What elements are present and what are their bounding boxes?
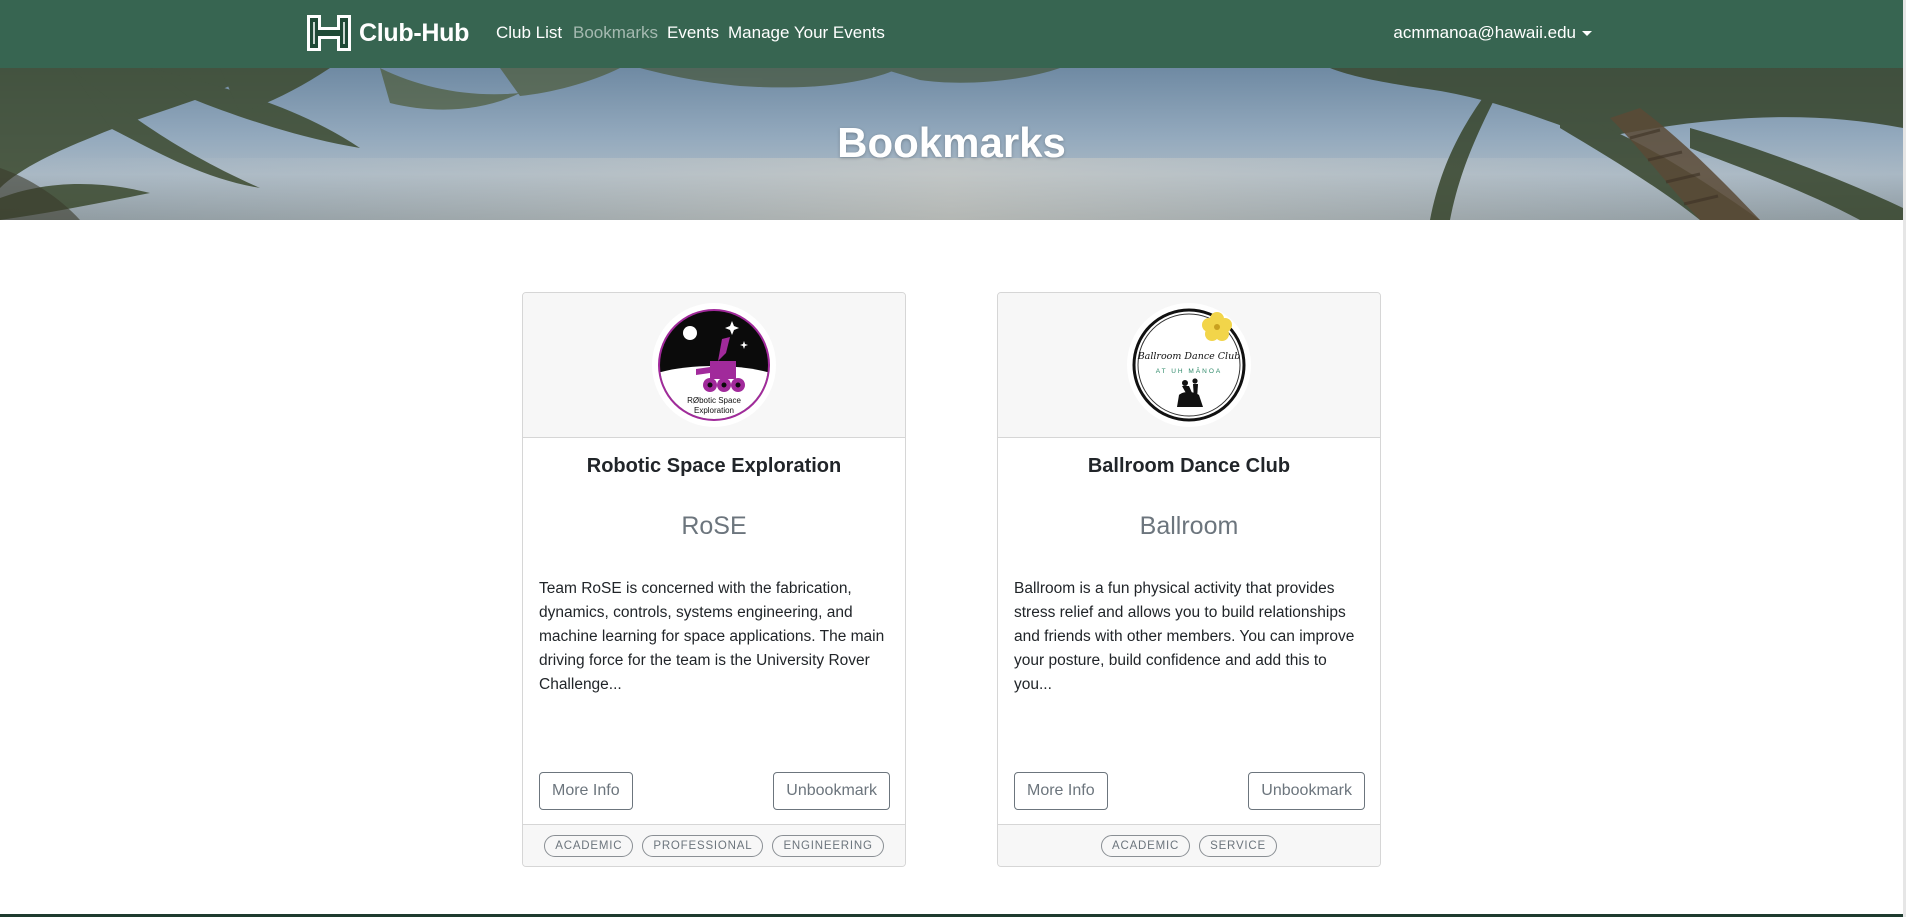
brand-name: Club-Hub [359, 18, 470, 47]
club-card-ballroom: Ballroom Dance Club AT UH MĀNOA Ballroom… [997, 292, 1381, 867]
logo-text-line-2: Exploration [694, 406, 734, 415]
club-description: Ballroom is a fun physical activity that… [1014, 580, 1355, 693]
page: Club-Hub Club List Bookmarks Events Mana… [0, 0, 1906, 917]
tag-badge: SERVICE [1199, 834, 1277, 857]
tag-badge: ACADEMIC [1101, 834, 1191, 857]
club-card-rose: RØbotic Space Exploration Robotic Space … [522, 292, 906, 867]
card-header: RØbotic Space Exploration [523, 293, 905, 438]
rover-logo-icon: RØbotic Space Exploration [654, 305, 774, 425]
unbookmark-button[interactable]: Unbookmark [1248, 772, 1365, 810]
nav-club-list[interactable]: Club List [496, 22, 562, 44]
caret-down-icon [1582, 30, 1592, 36]
ballroom-logo-image: Ballroom Dance Club AT UH MĀNOA [1127, 303, 1251, 427]
club-name: Ballroom Dance Club [1087, 455, 1291, 477]
brand-link[interactable]: Club-Hub [305, 13, 469, 53]
more-info-button[interactable]: More Info [539, 772, 633, 810]
nav-bookmarks[interactable]: Bookmarks [573, 22, 658, 44]
club-short-name: RoSE [681, 512, 747, 540]
user-email: acmmanoa@hawaii.edu [1393, 23, 1576, 42]
logo-text-line-2: AT UH MĀNOA [1156, 367, 1223, 375]
logo-text-line-1: Ballroom Dance Club [1137, 351, 1241, 362]
unbookmark-button[interactable]: Unbookmark [773, 772, 890, 810]
club-name: Robotic Space Exploration [586, 455, 842, 477]
more-info-button[interactable]: More Info [1014, 772, 1108, 810]
tag-badge: PROFESSIONAL [642, 834, 764, 857]
rose-logo-image: RØbotic Space Exploration [652, 303, 776, 427]
tag-badge: ENGINEERING [772, 834, 884, 857]
nav-events[interactable]: Events [667, 22, 719, 44]
club-short-name: Ballroom [1139, 512, 1239, 540]
user-dropdown[interactable]: acmmanoa@hawaii.edu [1393, 22, 1592, 44]
page-banner: Bookmarks [0, 68, 1903, 220]
page-title: Bookmarks [837, 119, 1066, 166]
tag-badge: ACADEMIC [544, 834, 634, 857]
ballroom-logo-icon: Ballroom Dance Club AT UH MĀNOA [1129, 305, 1249, 425]
club-description: Team RoSE is concerned with the fabricat… [539, 580, 885, 693]
nav-manage-your-events[interactable]: Manage Your Events [728, 22, 885, 44]
card-header: Ballroom Dance Club AT UH MĀNOA [998, 293, 1380, 438]
card-tags: ACADEMIC SERVICE [998, 824, 1380, 866]
logo-text-line-1: RØbotic Space [687, 396, 741, 405]
uh-h-logo-icon [307, 15, 351, 51]
card-tags: ACADEMIC PROFESSIONAL ENGINEERING [523, 824, 905, 866]
top-navbar: Club-Hub Club List Bookmarks Events Mana… [0, 0, 1903, 68]
